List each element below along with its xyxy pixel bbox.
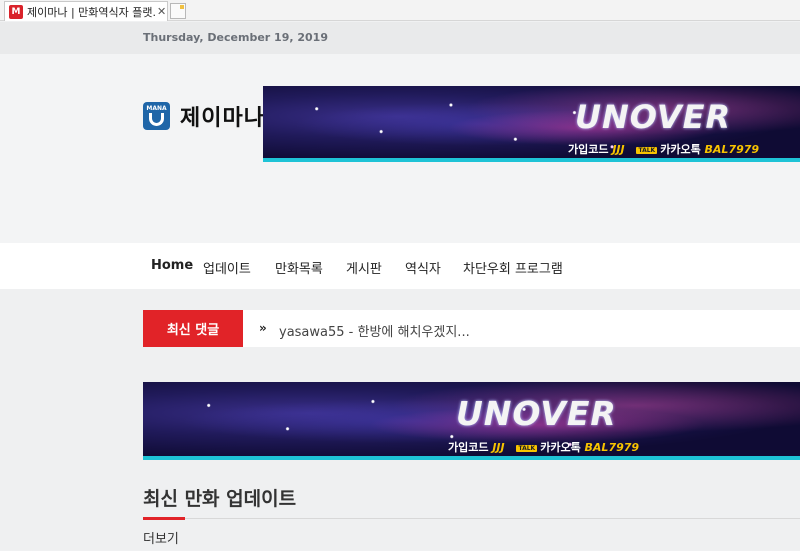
banner-subtext: 가입코드 JJJ TALK 카카오톡 BAL7979 bbox=[448, 439, 639, 455]
nav-item-translators[interactable]: 역식자 bbox=[405, 258, 441, 277]
banner-code-label: 가입코드 bbox=[448, 441, 489, 454]
banner-code-value: JJJ bbox=[492, 441, 505, 454]
banner-logo: UNOVER bbox=[456, 394, 617, 433]
banner-kakao-label: 카카오톡 bbox=[660, 143, 701, 156]
content-banner-ad[interactable]: UNOVER 가입코드 JJJ TALK 카카오톡 BAL7979 bbox=[143, 382, 800, 460]
main-nav: Home 업데이트 만화목록 게시판 역식자 차단우회 프로그램 bbox=[0, 243, 800, 289]
nav-item-comic-list[interactable]: 만화목록 bbox=[275, 258, 323, 277]
nav-item-updates[interactable]: 업데이트 bbox=[203, 258, 251, 277]
banner-subtext: 가입코드 JJJ TALK 카카오톡 BAL7979 bbox=[568, 141, 759, 157]
comment-ticker: » yasawa55 - 한방에 해치우겠지... bbox=[243, 310, 800, 347]
banner-kakao-value: BAL7979 bbox=[584, 441, 640, 454]
banner-kakao-value: BAL7979 bbox=[704, 143, 760, 156]
header-banner-ad[interactable]: UNOVER 가입코드 JJJ TALK 카카오톡 BAL7979 bbox=[263, 86, 800, 162]
new-tab-icon[interactable] bbox=[170, 3, 186, 19]
ticker-arrow-icon: » bbox=[259, 321, 267, 335]
banner-code-value: JJJ bbox=[612, 143, 625, 156]
banner-kakao-label: 카카오톡 bbox=[540, 441, 581, 454]
current-date: Thursday, December 19, 2019 bbox=[143, 31, 328, 44]
section-title: 최신 만화 업데이트 bbox=[143, 488, 297, 510]
banner-logo: UNOVER bbox=[575, 98, 732, 136]
date-bar: Thursday, December 19, 2019 bbox=[0, 22, 800, 54]
nav-item-bypass-program[interactable]: 차단우회 프로그램 bbox=[463, 258, 563, 277]
tab-title: 제이마나 | 만화역식자 플랫... bbox=[27, 5, 155, 19]
ticker-comment-link[interactable]: yasawa55 - 한방에 해치우겠지... bbox=[279, 321, 470, 340]
kakao-talk-icon: TALK bbox=[516, 444, 538, 452]
kakao-talk-icon: TALK bbox=[636, 146, 658, 154]
logo-curve bbox=[149, 113, 164, 126]
section-divider bbox=[143, 518, 800, 519]
logo-mark-text: MANA bbox=[146, 105, 167, 112]
section-accent-bar bbox=[143, 517, 185, 520]
browser-tab-strip: M 제이마나 | 만화역식자 플랫... ✕ bbox=[0, 0, 800, 21]
nav-item-board[interactable]: 게시판 bbox=[346, 258, 382, 277]
nav-item-home[interactable]: Home bbox=[151, 258, 193, 273]
site-logo-icon[interactable]: MANA bbox=[143, 102, 170, 130]
more-link[interactable]: 더보기 bbox=[143, 528, 179, 547]
site-name[interactable]: 제이마나 bbox=[180, 100, 265, 132]
latest-comments-button[interactable]: 최신 댓글 bbox=[143, 310, 243, 347]
banner-code-label: 가입코드 bbox=[568, 143, 609, 156]
tab-close-icon[interactable]: ✕ bbox=[157, 5, 166, 18]
browser-tab[interactable]: M 제이마나 | 만화역식자 플랫... ✕ bbox=[4, 1, 168, 21]
site-favicon-icon: M bbox=[9, 4, 23, 19]
